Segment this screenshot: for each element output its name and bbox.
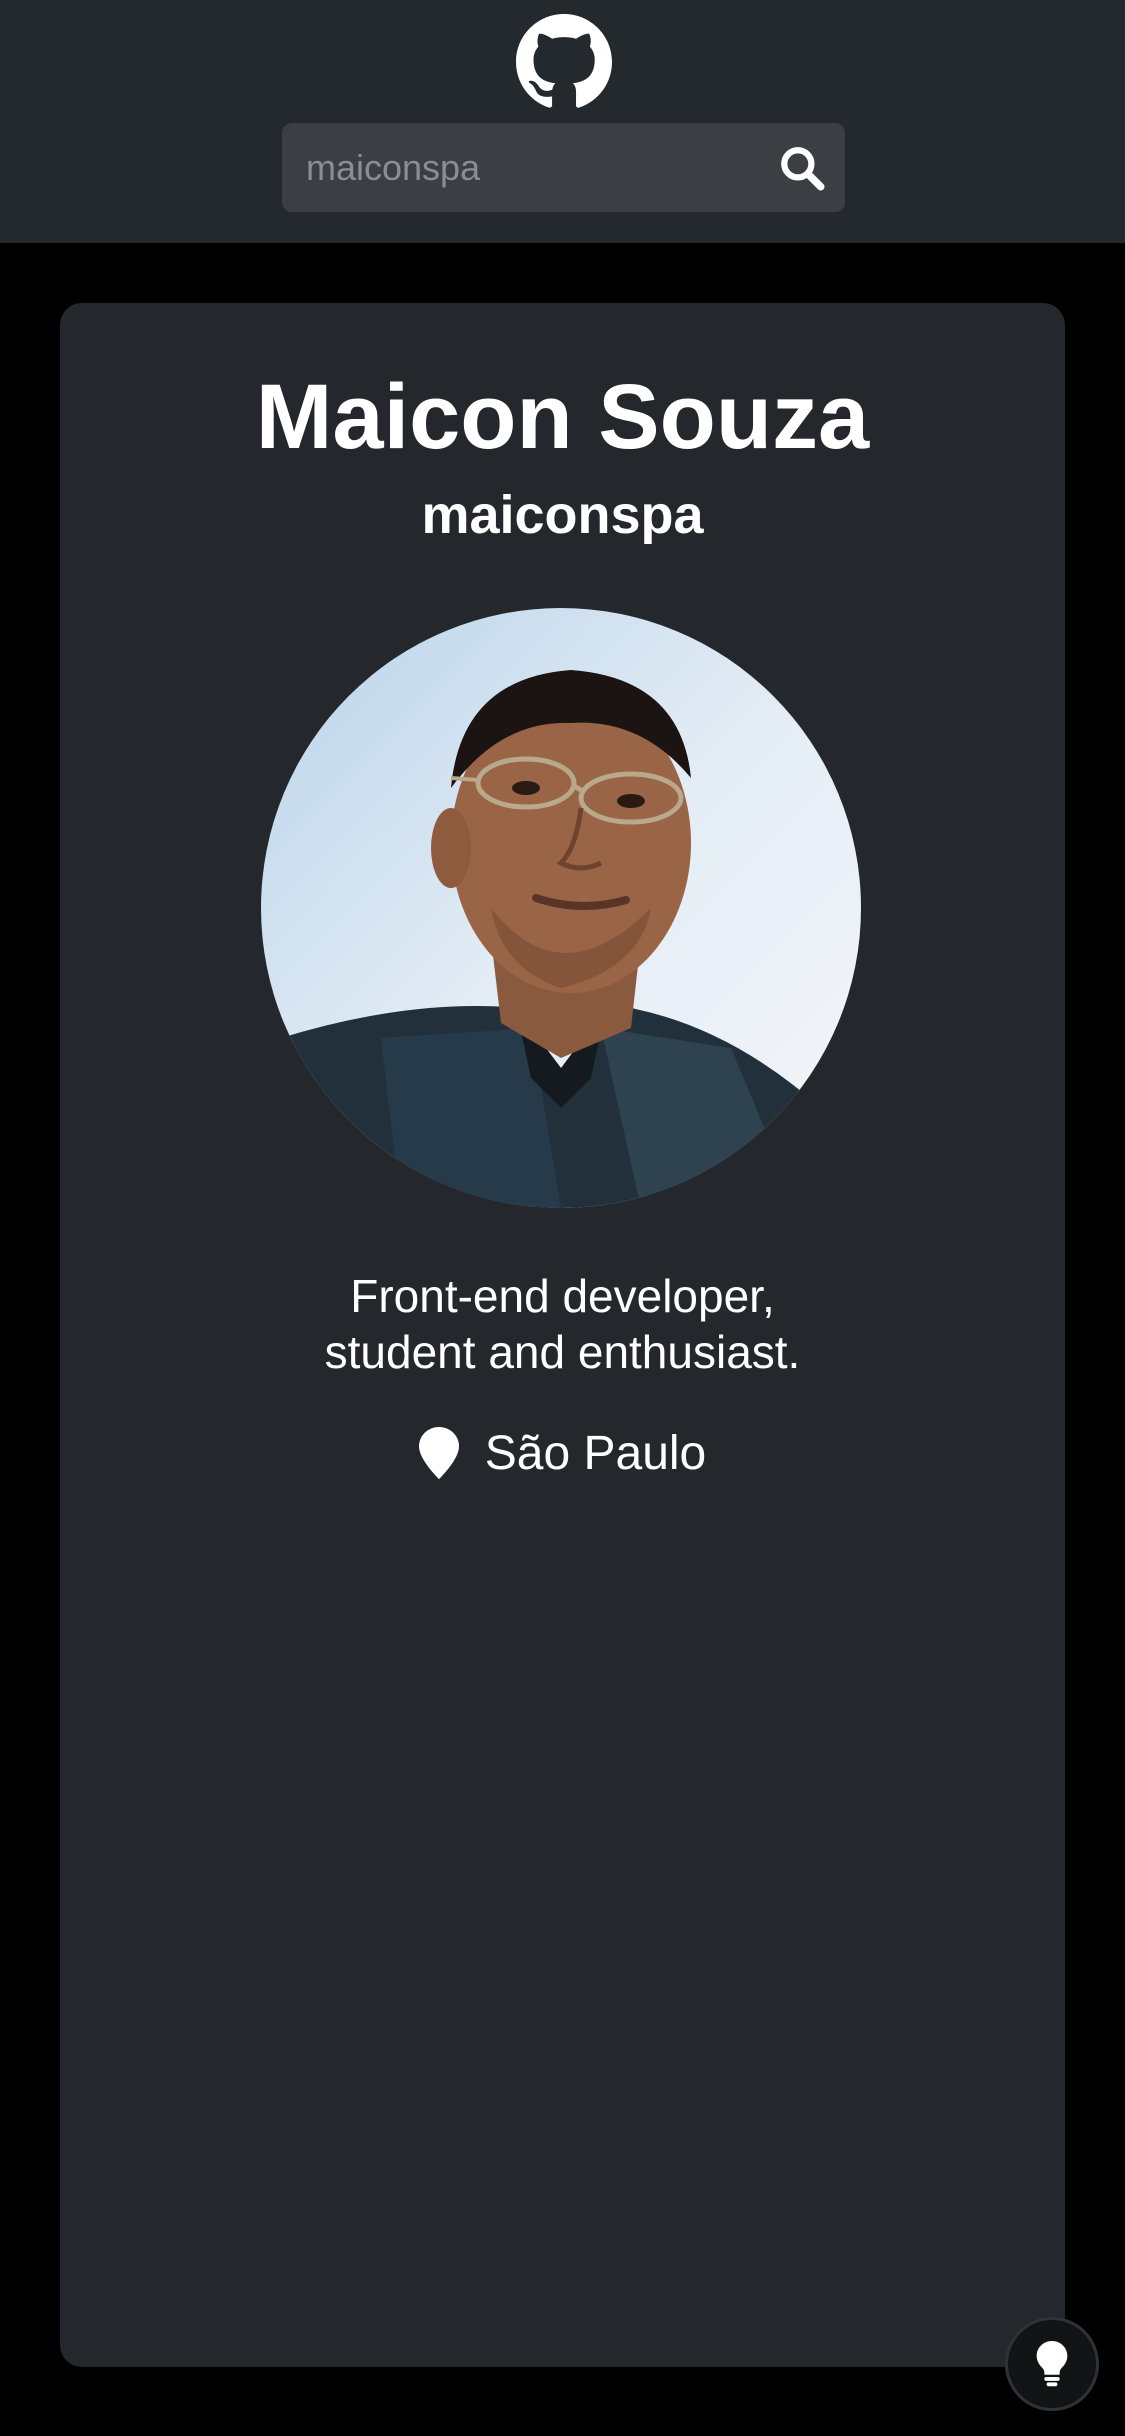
search-icon[interactable] — [777, 143, 827, 193]
location-label: São Paulo — [484, 1426, 707, 1480]
search-box — [282, 123, 845, 212]
search-input[interactable] — [304, 123, 764, 212]
bio-line-2: student and enthusiast. — [324, 1326, 801, 1378]
lightbulb-icon — [1036, 2341, 1068, 2387]
github-icon[interactable] — [516, 14, 612, 110]
profile-bio: Front-end developer, student and enthusi… — [0, 1268, 1125, 1380]
avatar-photo — [261, 608, 861, 1208]
profile-location: São Paulo — [0, 1418, 1125, 1488]
map-pin-icon — [418, 1427, 459, 1479]
app-header — [0, 0, 1125, 243]
bio-line-1: Front-end developer, — [350, 1270, 775, 1322]
theme-toggle-button[interactable] — [1005, 2317, 1099, 2411]
profile-login: maiconspa — [421, 485, 704, 545]
avatar — [261, 608, 861, 1208]
profile-name: Maicon Souza — [255, 366, 870, 468]
